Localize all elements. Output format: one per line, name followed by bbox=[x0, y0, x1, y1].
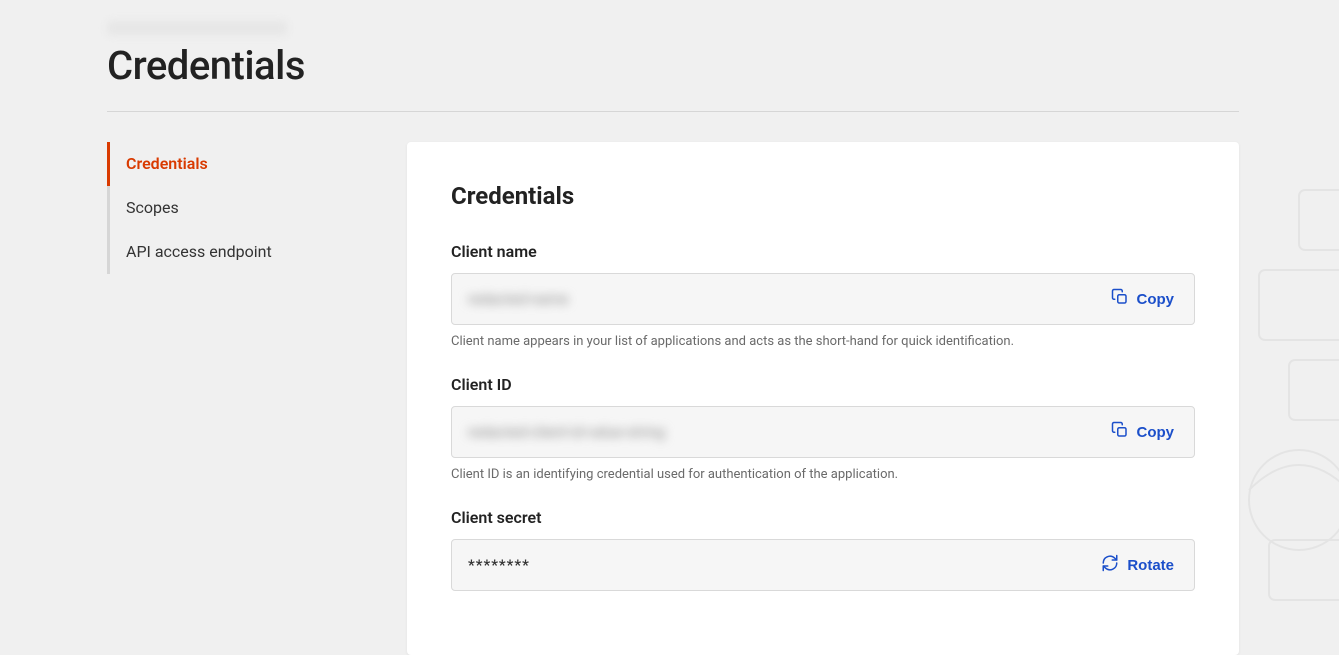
copy-client-name-button[interactable]: Copy bbox=[1107, 282, 1179, 316]
field-client-name: Client name redacted-name Copy Client na bbox=[451, 242, 1195, 351]
sidebar: Credentials Scopes API access endpoint bbox=[107, 142, 377, 655]
field-box-client-name: redacted-name Copy bbox=[451, 273, 1195, 325]
sidebar-item-label: API access endpoint bbox=[126, 242, 272, 261]
field-label-client-secret: Client secret bbox=[451, 508, 1195, 527]
field-value-client-name: redacted-name bbox=[468, 290, 1107, 308]
sidebar-item-label: Credentials bbox=[126, 154, 208, 173]
sidebar-item-api-access-endpoint[interactable]: API access endpoint bbox=[107, 230, 377, 274]
rotate-label: Rotate bbox=[1127, 557, 1174, 574]
field-box-client-id: redacted-client-id-value-string Copy bbox=[451, 406, 1195, 458]
field-box-client-secret: ******** Rotate bbox=[451, 539, 1195, 591]
rotate-client-secret-button[interactable]: Rotate bbox=[1097, 548, 1178, 582]
field-label-client-id: Client ID bbox=[451, 375, 1195, 394]
copy-icon bbox=[1111, 421, 1129, 443]
rotate-icon bbox=[1101, 554, 1119, 576]
sidebar-item-scopes[interactable]: Scopes bbox=[107, 186, 377, 230]
copy-label: Copy bbox=[1137, 424, 1175, 441]
field-label-client-name: Client name bbox=[451, 242, 1195, 261]
field-value-client-id: redacted-client-id-value-string bbox=[468, 423, 1107, 441]
panel-title: Credentials bbox=[451, 182, 1195, 210]
main-panel: Credentials Client name redacted-name Co… bbox=[407, 142, 1239, 655]
page-title: Credentials bbox=[107, 42, 1239, 89]
sidebar-item-label: Scopes bbox=[126, 198, 179, 217]
field-helper-client-name: Client name appears in your list of appl… bbox=[451, 333, 1195, 351]
copy-label: Copy bbox=[1137, 291, 1175, 308]
sidebar-item-credentials[interactable]: Credentials bbox=[107, 142, 377, 186]
breadcrumb bbox=[107, 20, 1239, 40]
field-client-id: Client ID redacted-client-id-value-strin… bbox=[451, 375, 1195, 484]
field-client-secret: Client secret ******** Rotate bbox=[451, 508, 1195, 591]
field-value-client-secret: ******** bbox=[468, 556, 1097, 574]
copy-client-id-button[interactable]: Copy bbox=[1107, 415, 1179, 449]
field-helper-client-id: Client ID is an identifying credential u… bbox=[451, 466, 1195, 484]
copy-icon bbox=[1111, 288, 1129, 310]
divider bbox=[107, 111, 1239, 112]
